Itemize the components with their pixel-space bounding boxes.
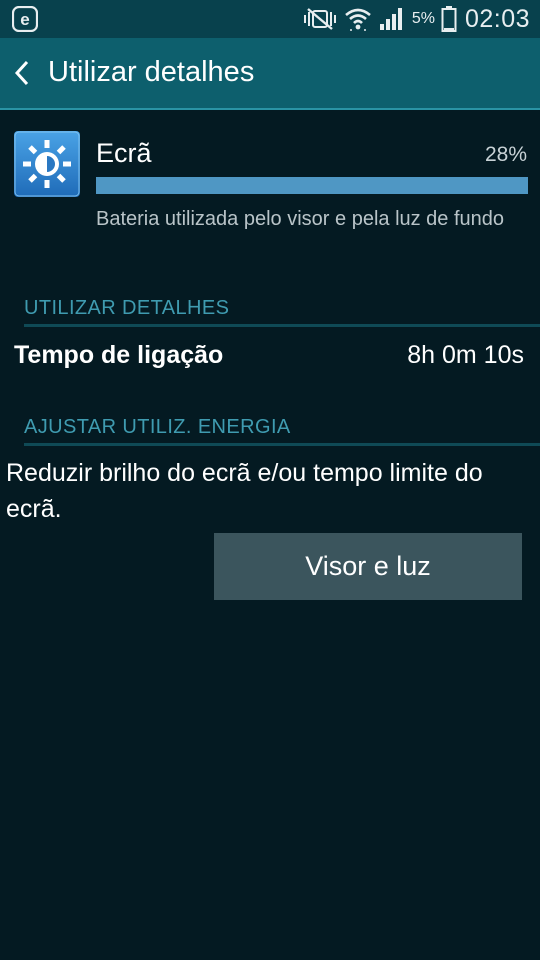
svg-text:e: e bbox=[20, 10, 29, 29]
on-time-value: 8h 0m 10s bbox=[407, 341, 524, 369]
usage-item-percent: 28% bbox=[484, 143, 527, 166]
display-settings-button[interactable]: Visor e luz bbox=[214, 533, 522, 600]
usage-item-name: Ecrã bbox=[96, 138, 152, 168]
divider bbox=[24, 324, 540, 327]
divider bbox=[24, 443, 540, 446]
battery-icon bbox=[441, 5, 457, 33]
wifi-icon bbox=[344, 6, 372, 32]
section-header-details: UTILIZAR DETALHES bbox=[24, 297, 230, 319]
page-title[interactable]: Utilizar detalhes bbox=[48, 56, 254, 89]
chevron-left-icon bbox=[14, 60, 29, 86]
e-browser-icon: e bbox=[11, 5, 39, 33]
usage-progress-bar bbox=[96, 177, 528, 194]
action-bar: Utilizar detalhes bbox=[0, 38, 540, 110]
mute-vibrate-icon bbox=[302, 6, 338, 32]
usage-progress-fill bbox=[96, 177, 528, 194]
on-time-label: Tempo de ligação bbox=[14, 341, 224, 369]
clock: 02:03 bbox=[464, 4, 530, 33]
energy-advice-text: Reduzir brilho do ecrã e/ou tempo limite… bbox=[6, 459, 483, 523]
signal-icon bbox=[378, 6, 404, 32]
battery-percent: 5% bbox=[411, 10, 435, 27]
back-button[interactable] bbox=[0, 38, 44, 108]
status-bar: e 5% 02:03 bbox=[0, 0, 540, 38]
usage-item-description: Bateria utilizada pelo visor e pela luz … bbox=[96, 208, 505, 230]
brightness-icon bbox=[14, 131, 80, 197]
section-header-energy: AJUSTAR UTILIZ. ENERGIA bbox=[24, 416, 291, 438]
